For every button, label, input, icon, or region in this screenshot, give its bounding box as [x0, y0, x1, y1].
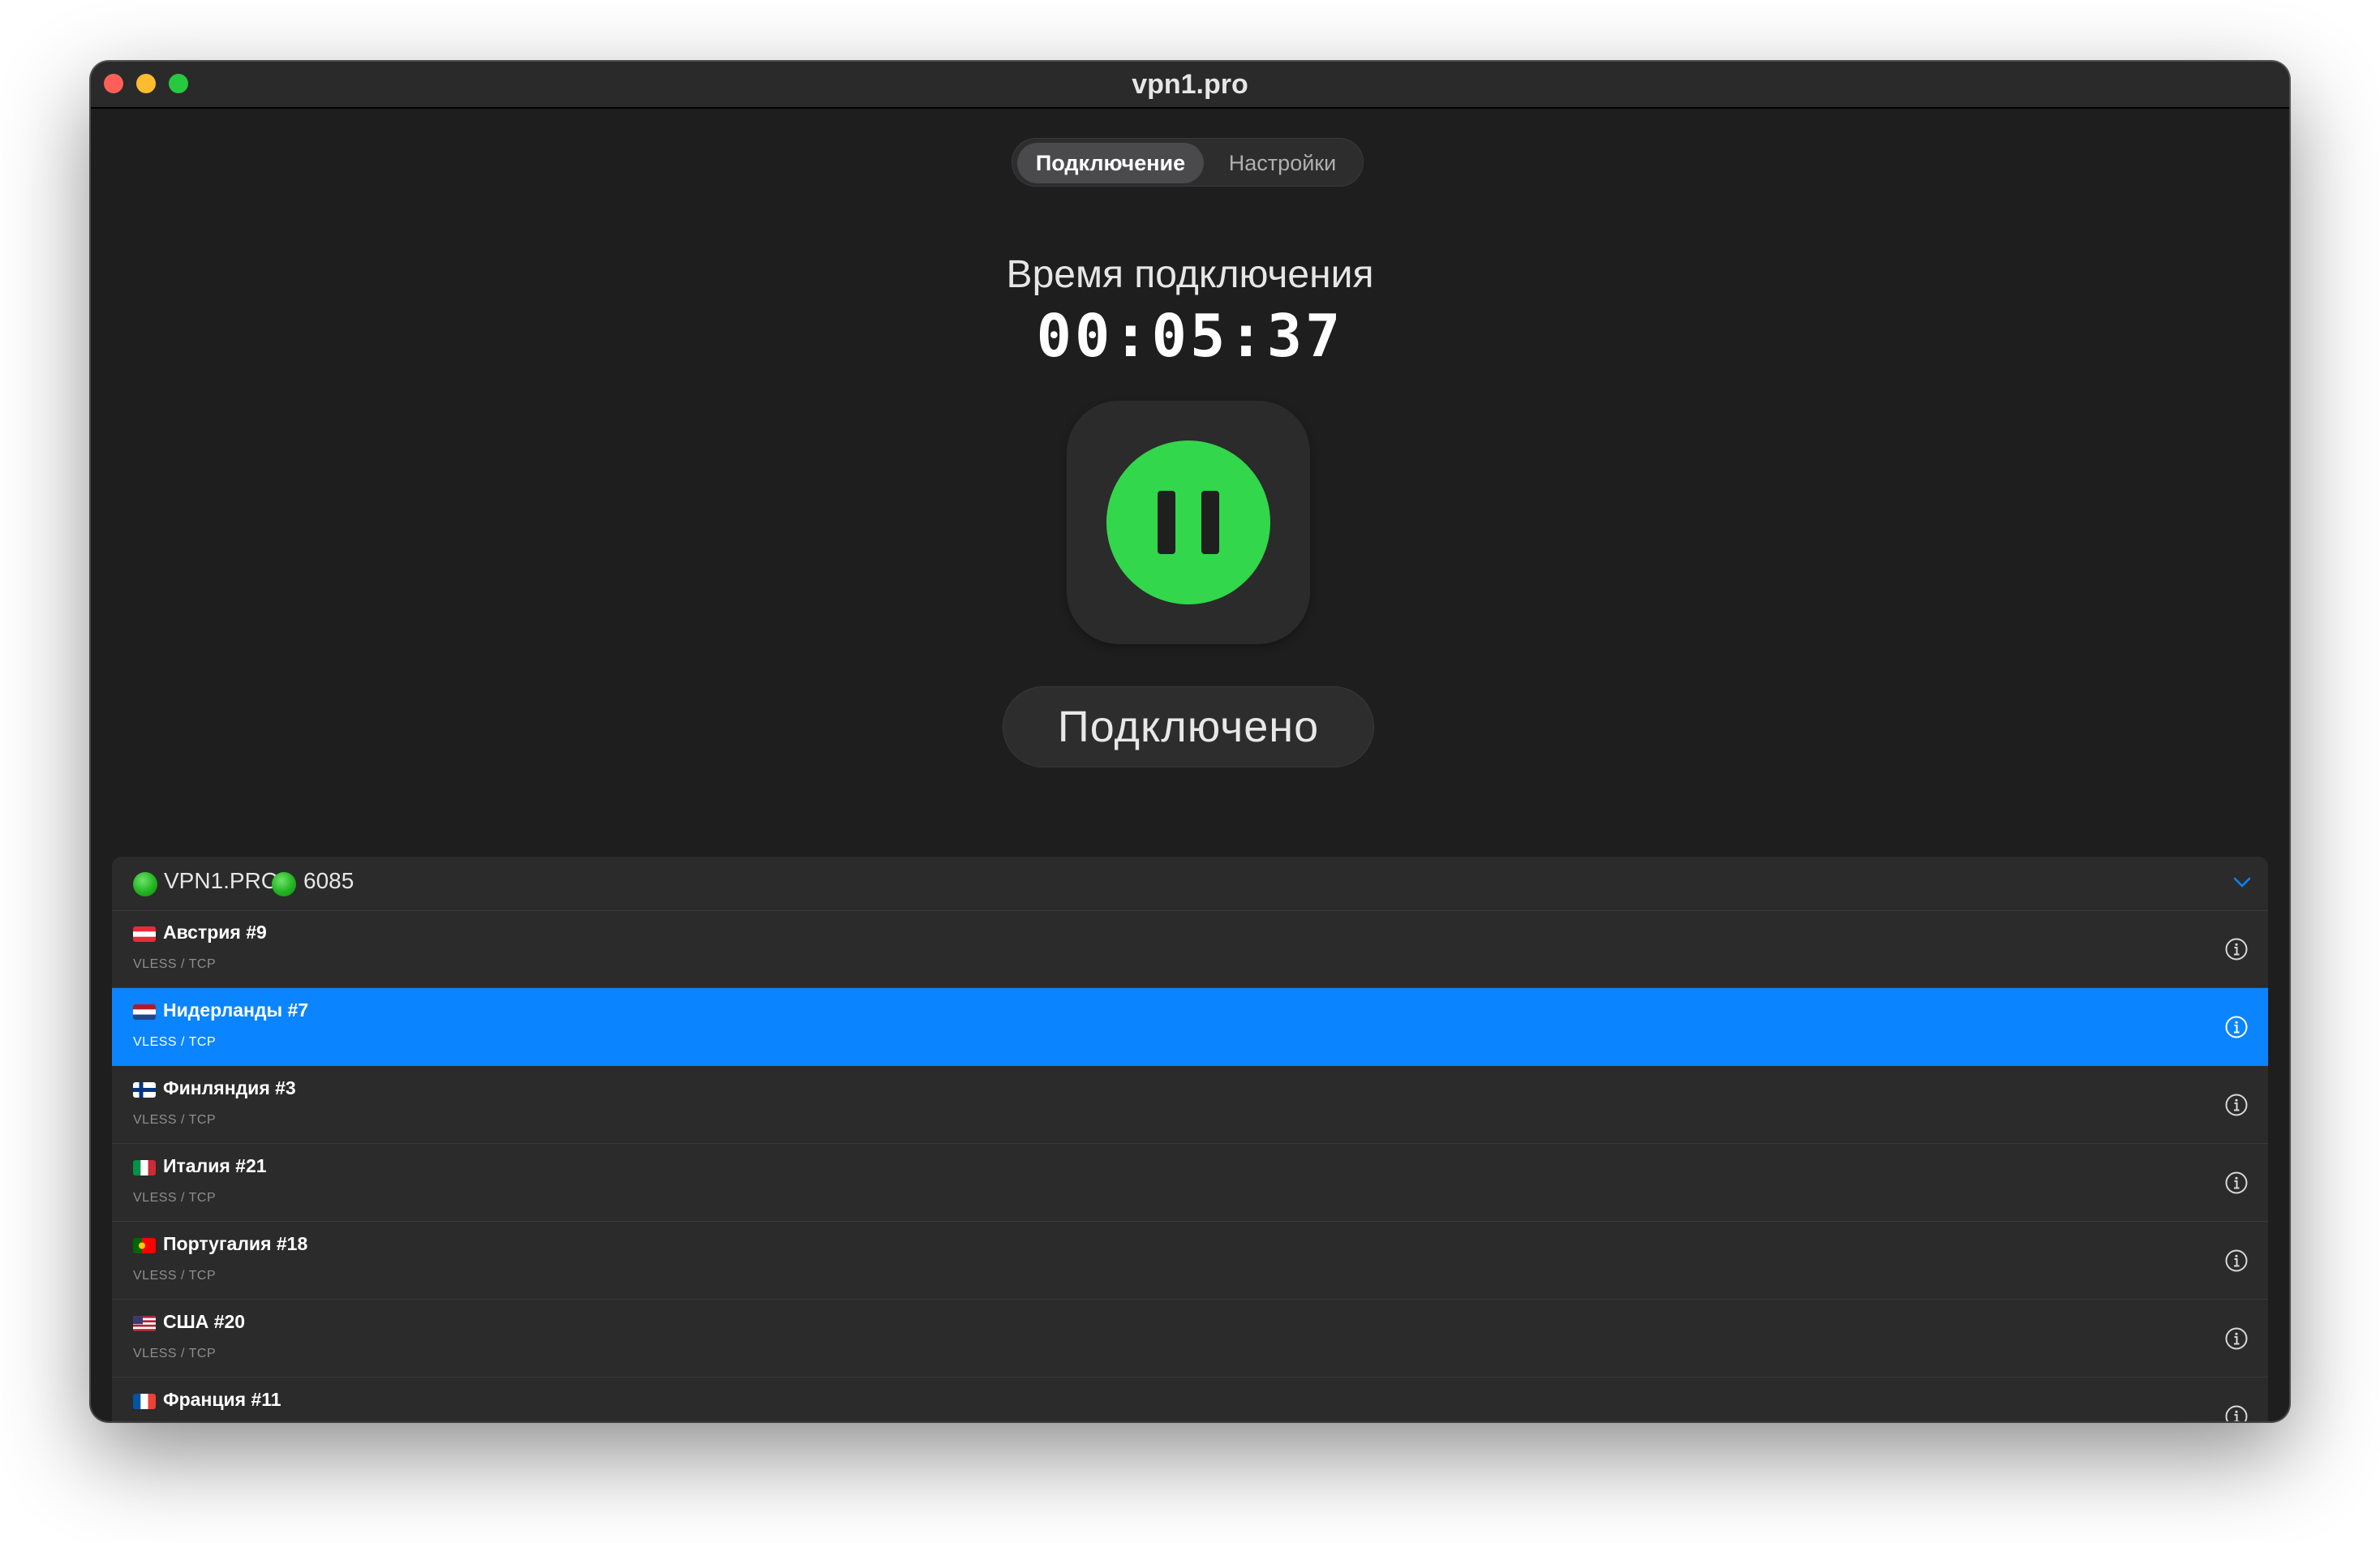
segmented-tabs: Подключение Настройки — [1012, 138, 1364, 187]
server-group-name: VPN1.PRO — [164, 868, 279, 893]
server-row-france[interactable]: Франция #11 — [112, 1378, 2268, 1421]
server-name: Финляндия #3 — [163, 1077, 296, 1098]
pause-icon — [1158, 491, 1175, 554]
server-row-finland[interactable]: Финляндия #3 VLESS / TCP — [112, 1066, 2268, 1144]
info-icon[interactable] — [2224, 1404, 2249, 1421]
server-protocol: VLESS / TCP — [133, 957, 217, 971]
connection-time-label: Время подключения — [1006, 253, 1374, 296]
info-icon[interactable] — [2224, 1171, 2249, 1195]
italy-flag-icon — [133, 1160, 156, 1176]
connection-timer: 00:05:37 — [1036, 302, 1344, 370]
server-row-usa[interactable]: США #20 VLESS / TCP — [112, 1300, 2268, 1378]
server-protocol: VLESS / TCP — [133, 1191, 217, 1205]
server-group-header[interactable]: VPN1.PRO 6085 — [112, 857, 2268, 911]
server-name: Португалия #18 — [163, 1233, 308, 1254]
pause-icon-bar — [1201, 491, 1219, 554]
portugal-flag-icon — [133, 1238, 156, 1253]
server-protocol: VLESS / TCP — [133, 1035, 217, 1049]
green-circle-icon — [133, 872, 157, 896]
connection-status-badge: Подключено — [1003, 686, 1374, 767]
info-icon[interactable] — [2224, 1326, 2249, 1351]
tab-settings[interactable]: Настройки — [1207, 143, 1358, 183]
info-icon[interactable] — [2224, 1249, 2249, 1273]
netherlands-flag-icon — [133, 1004, 156, 1020]
green-circle-icon — [272, 872, 296, 896]
window-title: vpn1.pro — [1132, 69, 1248, 100]
title-bar[interactable]: vpn1.pro — [91, 62, 2289, 109]
austria-flag-icon — [133, 926, 156, 942]
finland-flag-icon — [133, 1082, 156, 1098]
server-protocol: VLESS / TCP — [133, 1269, 217, 1283]
server-group-count: 6085 — [303, 868, 354, 893]
server-name: Австрия #9 — [163, 922, 267, 943]
info-icon[interactable] — [2224, 937, 2249, 961]
france-flag-icon — [133, 1394, 156, 1409]
server-row-austria[interactable]: Австрия #9 VLESS / TCP — [112, 910, 2268, 988]
server-list: VPN1.PRO 6085 Австрия #9 VLESS / TCP Нид… — [112, 857, 2268, 1421]
server-row-portugal[interactable]: Португалия #18 VLESS / TCP — [112, 1222, 2268, 1300]
info-icon[interactable] — [2224, 1015, 2249, 1039]
tab-connection[interactable]: Подключение — [1017, 143, 1204, 183]
server-name: Нидерланды #7 — [163, 999, 309, 1021]
disconnect-button[interactable] — [1106, 441, 1270, 604]
server-row-netherlands[interactable]: Нидерланды #7 VLESS / TCP — [112, 988, 2268, 1066]
server-row-italy[interactable]: Италия #21 VLESS / TCP — [112, 1144, 2268, 1222]
server-protocol: VLESS / TCP — [133, 1113, 217, 1127]
usa-flag-icon — [133, 1316, 156, 1331]
server-name: США #20 — [163, 1311, 246, 1332]
server-protocol: VLESS / TCP — [133, 1347, 217, 1360]
server-name: Франция #11 — [163, 1389, 281, 1410]
app-window: vpn1.pro Подключение Настройки Время под… — [91, 62, 2289, 1421]
connect-toggle-tile — [1067, 401, 1310, 644]
chevron-down-icon[interactable] — [2232, 871, 2253, 892]
server-name: Италия #21 — [163, 1155, 267, 1176]
info-icon[interactable] — [2224, 1093, 2249, 1117]
